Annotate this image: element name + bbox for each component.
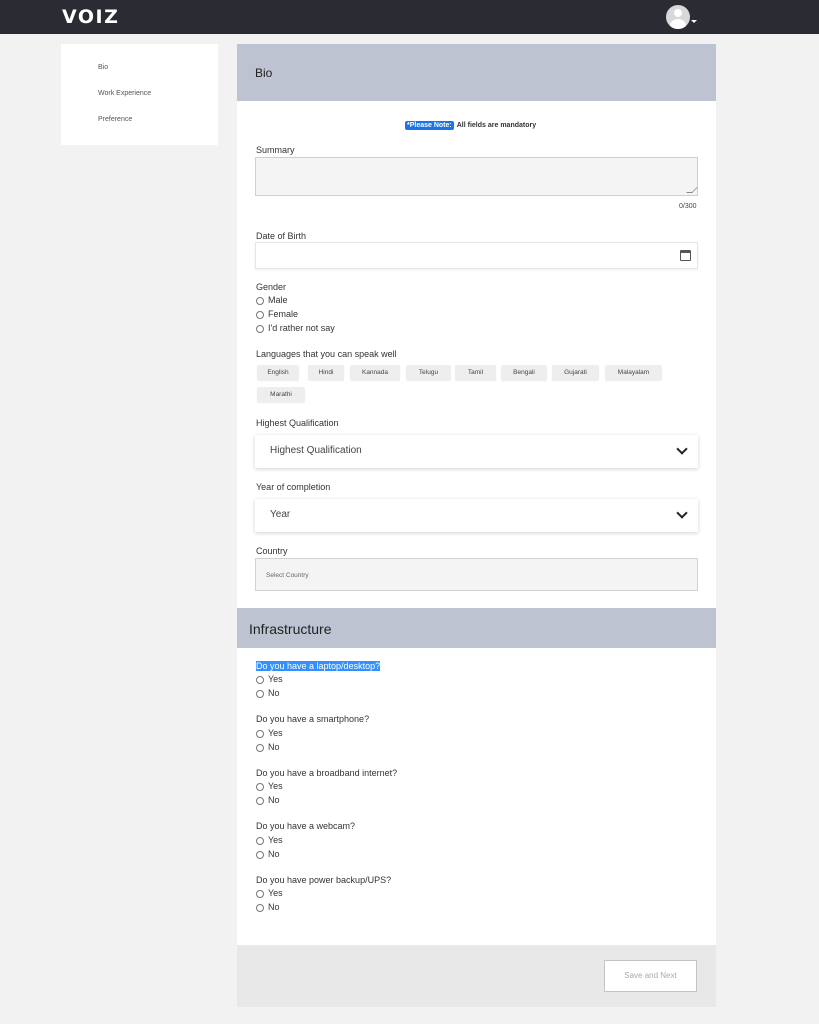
summary-textarea[interactable] (255, 157, 698, 196)
country-label: Country (256, 546, 288, 556)
language-chip-bengali[interactable]: Bengali (501, 365, 547, 380)
user-avatar-icon[interactable] (666, 5, 690, 29)
country-select[interactable]: Select Country (255, 558, 698, 591)
language-chip-gujarati[interactable]: Gujarati (552, 365, 599, 380)
radio-icon[interactable] (256, 325, 264, 333)
resize-handle-icon[interactable] (686, 187, 698, 193)
language-chip-marathi[interactable]: Marathi (257, 387, 305, 402)
form-footer: Save and Next (237, 945, 716, 1007)
year-select[interactable]: Year (255, 499, 698, 532)
language-chip-malayalam[interactable]: Malayalam (605, 365, 662, 380)
summary-counter: 0/300 (679, 203, 697, 210)
form-card: Bio *Please Note: All fields are mandator… (237, 44, 716, 1007)
infrastructure-section-header: Infrastructure (237, 608, 716, 648)
radio-icon[interactable] (256, 837, 264, 845)
year-label: Year of completion (256, 482, 331, 492)
sidebar-item-preference[interactable]: Preference (98, 116, 132, 123)
qualification-select[interactable]: Highest Qualification (255, 435, 698, 468)
radio-icon[interactable] (256, 783, 264, 791)
dob-label: Date of Birth (256, 231, 307, 241)
radio-icon[interactable] (256, 797, 264, 805)
language-chip-english[interactable]: English (257, 365, 299, 380)
bio-section-header: Bio (237, 44, 716, 101)
radio-icon[interactable] (256, 690, 264, 698)
gender-label: Gender (256, 282, 287, 292)
top-bar: VOIZ (0, 0, 819, 34)
radio-icon[interactable] (256, 311, 264, 319)
sidebar: Bio Work Experience Preference (61, 44, 218, 145)
radio-icon[interactable] (256, 676, 264, 684)
radio-icon[interactable] (256, 730, 264, 738)
radio-icon[interactable] (256, 890, 264, 898)
country-placeholder: Select Country (266, 572, 309, 579)
question-smartphone-label: Do you have a smartphone? (256, 714, 370, 724)
calendar-icon[interactable] (680, 250, 691, 261)
language-chip-tamil[interactable]: Tamil (455, 365, 496, 380)
note-text: All fields are mandatory (456, 122, 537, 129)
chevron-down-icon[interactable] (676, 443, 688, 455)
bio-title: Bio (255, 66, 273, 80)
infrastructure-title: Infrastructure (249, 621, 332, 637)
radio-icon[interactable] (256, 851, 264, 859)
radio-icon[interactable] (256, 297, 264, 305)
radio-icon[interactable] (256, 904, 264, 912)
qualification-value: Highest Qualification (270, 445, 362, 456)
languages-label: Languages that you can speak well (256, 349, 397, 359)
caret-down-icon[interactable] (691, 20, 697, 23)
save-and-next-button[interactable]: Save and Next (604, 960, 697, 992)
summary-label: Summary (256, 145, 295, 155)
question-power-backup-label: Do you have power backup/UPS? (256, 875, 392, 885)
language-chip-telugu[interactable]: Telugu (406, 365, 451, 380)
language-chip-hindi[interactable]: Hindi (308, 365, 344, 380)
dob-input[interactable] (255, 242, 698, 269)
question-webcam-label: Do you have a webcam? (256, 821, 356, 831)
question-laptop-label: Do you have a laptop/desktop? (256, 661, 381, 671)
note-badge: *Please Note: (405, 121, 454, 130)
voiz-logo[interactable]: VOIZ (62, 6, 119, 28)
question-broadband-label: Do you have a broadband internet? (256, 768, 398, 778)
chevron-down-icon[interactable] (676, 507, 688, 519)
year-value: Year (270, 509, 291, 520)
language-chip-kannada[interactable]: Kannada (350, 365, 400, 380)
qualification-label: Highest Qualification (256, 418, 339, 428)
mandatory-note: *Please Note: All fields are mandatory (405, 121, 537, 130)
sidebar-item-work-experience[interactable]: Work Experience (98, 90, 151, 97)
sidebar-item-bio[interactable]: Bio (98, 64, 108, 71)
radio-icon[interactable] (256, 744, 264, 752)
